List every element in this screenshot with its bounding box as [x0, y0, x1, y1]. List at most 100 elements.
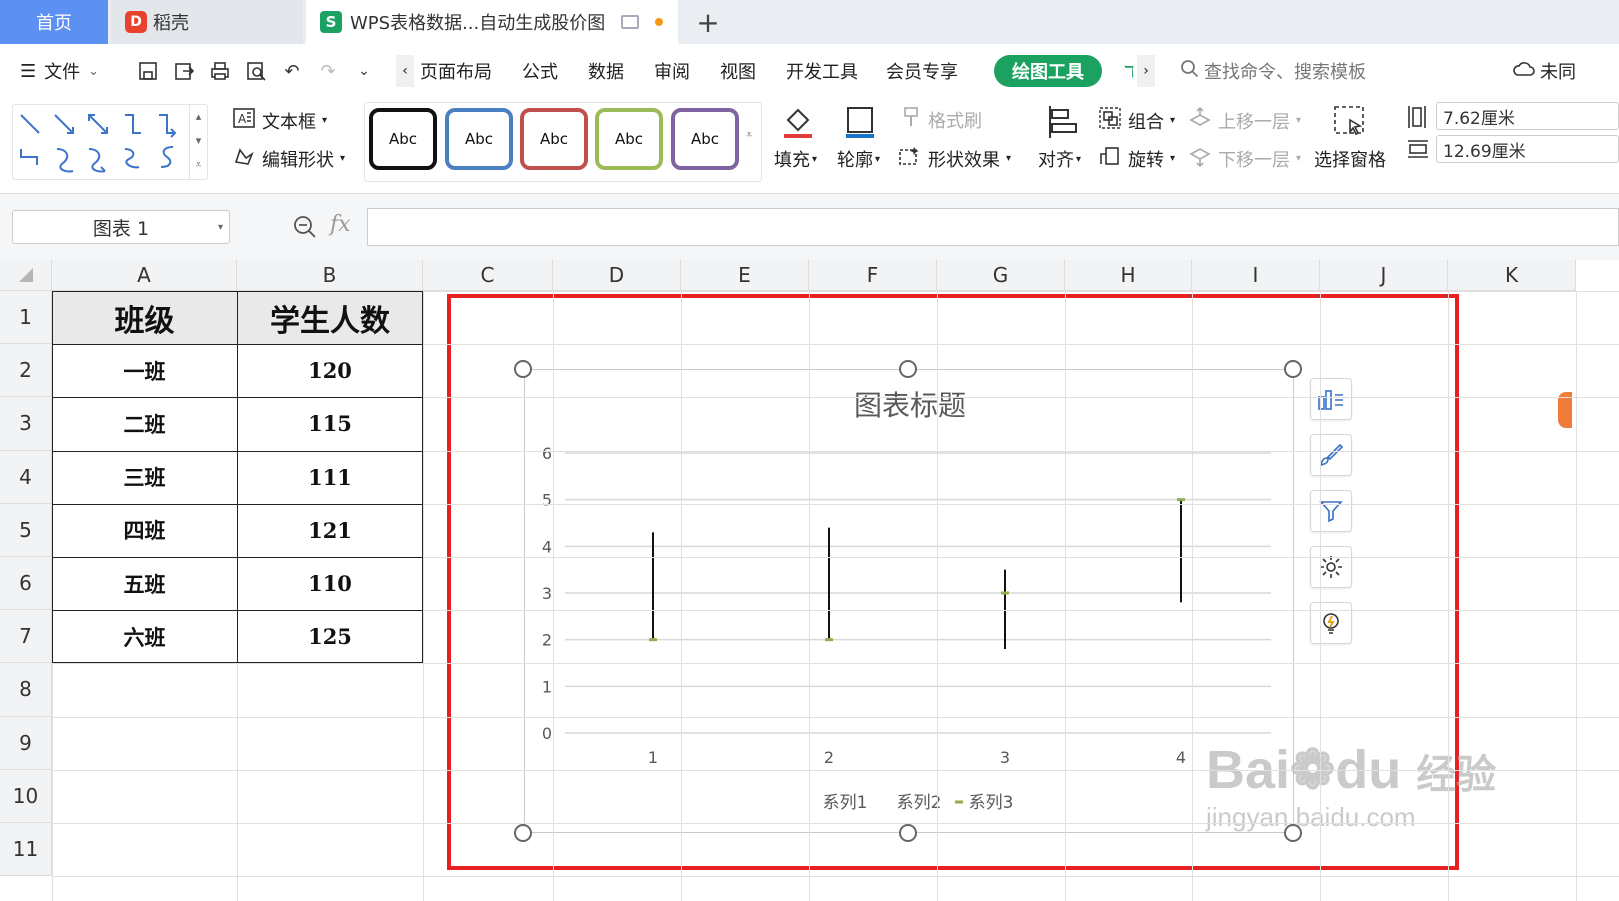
chart-style-button[interactable] — [1310, 434, 1352, 476]
monitor-icon[interactable] — [621, 15, 640, 29]
outline-button[interactable]: 轮廓 ▾ — [837, 146, 880, 172]
shape-style-3[interactable]: Abc — [520, 108, 588, 170]
shape-effect-button[interactable]: 形状效果 ▾ — [898, 144, 1011, 173]
menu-developer[interactable]: 开发工具 — [786, 44, 858, 98]
command-search[interactable]: 查找命令、搜索模板 — [1180, 44, 1366, 98]
resize-handle[interactable] — [1284, 824, 1302, 842]
bring-forward-button[interactable]: 上移一层 ▾ — [1188, 106, 1301, 135]
send-backward-button[interactable]: 下移一层 ▾ — [1188, 144, 1301, 173]
undo-icon[interactable]: ↶ — [280, 59, 304, 83]
formula-input[interactable] — [367, 208, 1619, 246]
fill-button[interactable]: 填充 ▾ — [774, 146, 817, 172]
stock-chart[interactable]: 图表标题 0 1 2 3 4 5 6 1 2 3 4 系列1 系列2 系列3 — [524, 369, 1294, 833]
tab-document[interactable]: S WPS表格数据...自动生成股价图 — [306, 0, 678, 44]
cell-class-name[interactable]: 三班 — [52, 451, 237, 504]
cell-class-name[interactable]: 一班 — [52, 344, 237, 397]
chart-elements-button[interactable] — [1310, 378, 1352, 420]
menu-review[interactable]: 审阅 — [654, 44, 690, 98]
save-icon[interactable] — [136, 59, 160, 83]
resize-handle[interactable] — [1284, 360, 1302, 378]
resize-handle[interactable] — [514, 360, 532, 378]
header-cell-count[interactable]: 学生人数 — [237, 291, 423, 344]
print-icon[interactable] — [208, 59, 232, 83]
new-tab-button[interactable]: + — [690, 0, 726, 44]
tab-home[interactable]: 首页 — [0, 0, 108, 44]
cell-student-count[interactable]: 115 — [237, 397, 423, 450]
header-cell-class[interactable]: 班级 — [52, 291, 237, 344]
shape-gallery[interactable]: ▴ ▾ ⩡ — [12, 104, 208, 180]
row-header-8[interactable]: 8 — [0, 663, 52, 717]
group-button[interactable]: 组合 ▾ — [1098, 106, 1175, 135]
select-all-corner[interactable] — [0, 260, 52, 291]
zoom-formula-icon[interactable] — [292, 214, 318, 244]
align-button[interactable]: 对齐 ▾ — [1038, 146, 1081, 172]
resize-handle[interactable] — [899, 824, 917, 842]
column-header-f[interactable]: F — [809, 260, 937, 291]
column-header-d[interactable]: D — [553, 260, 681, 291]
customize-toolbar-icon[interactable]: ⌄ — [352, 59, 376, 83]
align-icon[interactable] — [1042, 102, 1082, 142]
menu-data[interactable]: 数据 — [588, 44, 624, 98]
text-box-button[interactable]: A 文本框 ▾ — [232, 106, 327, 135]
cell-class-name[interactable]: 四班 — [52, 504, 237, 557]
cell-student-count[interactable]: 121 — [237, 504, 423, 557]
chart-smart-button[interactable] — [1310, 602, 1352, 644]
cell-class-name[interactable]: 六班 — [52, 610, 237, 663]
outline-icon[interactable] — [840, 102, 880, 142]
shape-style-1[interactable]: Abc — [369, 108, 437, 170]
print-preview-icon[interactable] — [244, 59, 268, 83]
selection-pane-icon[interactable] — [1330, 102, 1370, 142]
format-painter-button[interactable]: 格式刷 — [900, 106, 982, 133]
cell-student-count[interactable]: 110 — [237, 557, 423, 610]
scroll-right-icon[interactable]: › — [1137, 55, 1155, 87]
menu-member[interactable]: 会员专享 — [886, 44, 958, 98]
menu-view[interactable]: 视图 — [720, 44, 756, 98]
column-header-g[interactable]: G — [937, 260, 1065, 291]
resize-handle[interactable] — [899, 360, 917, 378]
name-box[interactable]: 图表 1 ▾ — [12, 210, 230, 244]
column-header-i[interactable]: I — [1192, 260, 1320, 291]
style-gallery-more[interactable]: ⩡ — [746, 128, 752, 142]
shape-style-4[interactable]: Abc — [595, 108, 663, 170]
row-header-4[interactable]: 4 — [0, 450, 52, 504]
fx-icon[interactable]: fx — [330, 212, 351, 237]
chevron-down-icon[interactable]: ▾ — [218, 222, 223, 233]
rotate-button[interactable]: 旋转 ▾ — [1098, 144, 1175, 173]
fill-icon[interactable] — [778, 102, 818, 142]
resize-handle[interactable] — [514, 824, 532, 842]
menu-page-layout[interactable]: 页面布局 — [420, 44, 492, 98]
scroll-left-icon[interactable]: ‹ — [396, 55, 414, 87]
cloud-sync[interactable]: 未同 — [1512, 44, 1576, 98]
width-input[interactable]: 12.69厘米 — [1436, 135, 1619, 163]
column-header-b[interactable]: B — [237, 260, 423, 291]
file-menu[interactable]: ☰ 文件 ⌄ — [20, 44, 99, 98]
column-header-j[interactable]: J — [1320, 260, 1448, 291]
chart-filter-button[interactable] — [1310, 490, 1352, 532]
row-header-2[interactable]: 2 — [0, 344, 52, 398]
column-header-a[interactable]: A — [52, 260, 237, 291]
shape-gallery-scroll[interactable]: ▴ ▾ ⩡ — [189, 105, 207, 179]
row-header-9[interactable]: 9 — [0, 716, 52, 770]
cell-class-name[interactable]: 二班 — [52, 397, 237, 450]
cell-student-count[interactable]: 120 — [237, 344, 423, 397]
row-header-3[interactable]: 3 — [0, 397, 52, 451]
row-header-6[interactable]: 6 — [0, 557, 52, 611]
column-header-c[interactable]: C — [423, 260, 553, 291]
selection-pane-button[interactable]: 选择窗格 — [1314, 146, 1386, 172]
row-header-1[interactable]: 1 — [0, 291, 52, 345]
shape-style-5[interactable]: Abc — [671, 108, 739, 170]
row-header-5[interactable]: 5 — [0, 503, 52, 557]
row-header-11[interactable]: 11 — [0, 823, 52, 877]
shape-style-2[interactable]: Abc — [445, 108, 513, 170]
column-header-e[interactable]: E — [681, 260, 809, 291]
chart-settings-button[interactable] — [1310, 546, 1352, 588]
row-header-10[interactable]: 10 — [0, 769, 52, 823]
tab-daoke[interactable]: D 稻壳 — [111, 0, 303, 44]
column-header-h[interactable]: H — [1065, 260, 1192, 291]
edit-shape-button[interactable]: 编辑形状 ▾ — [232, 144, 345, 173]
row-header-7[interactable]: 7 — [0, 610, 52, 664]
cell-student-count[interactable]: 111 — [237, 451, 423, 504]
redo-icon[interactable]: ↷ — [316, 59, 340, 83]
export-icon[interactable] — [172, 59, 196, 83]
tab-drawing-tools[interactable]: 绘图工具 — [994, 55, 1102, 87]
